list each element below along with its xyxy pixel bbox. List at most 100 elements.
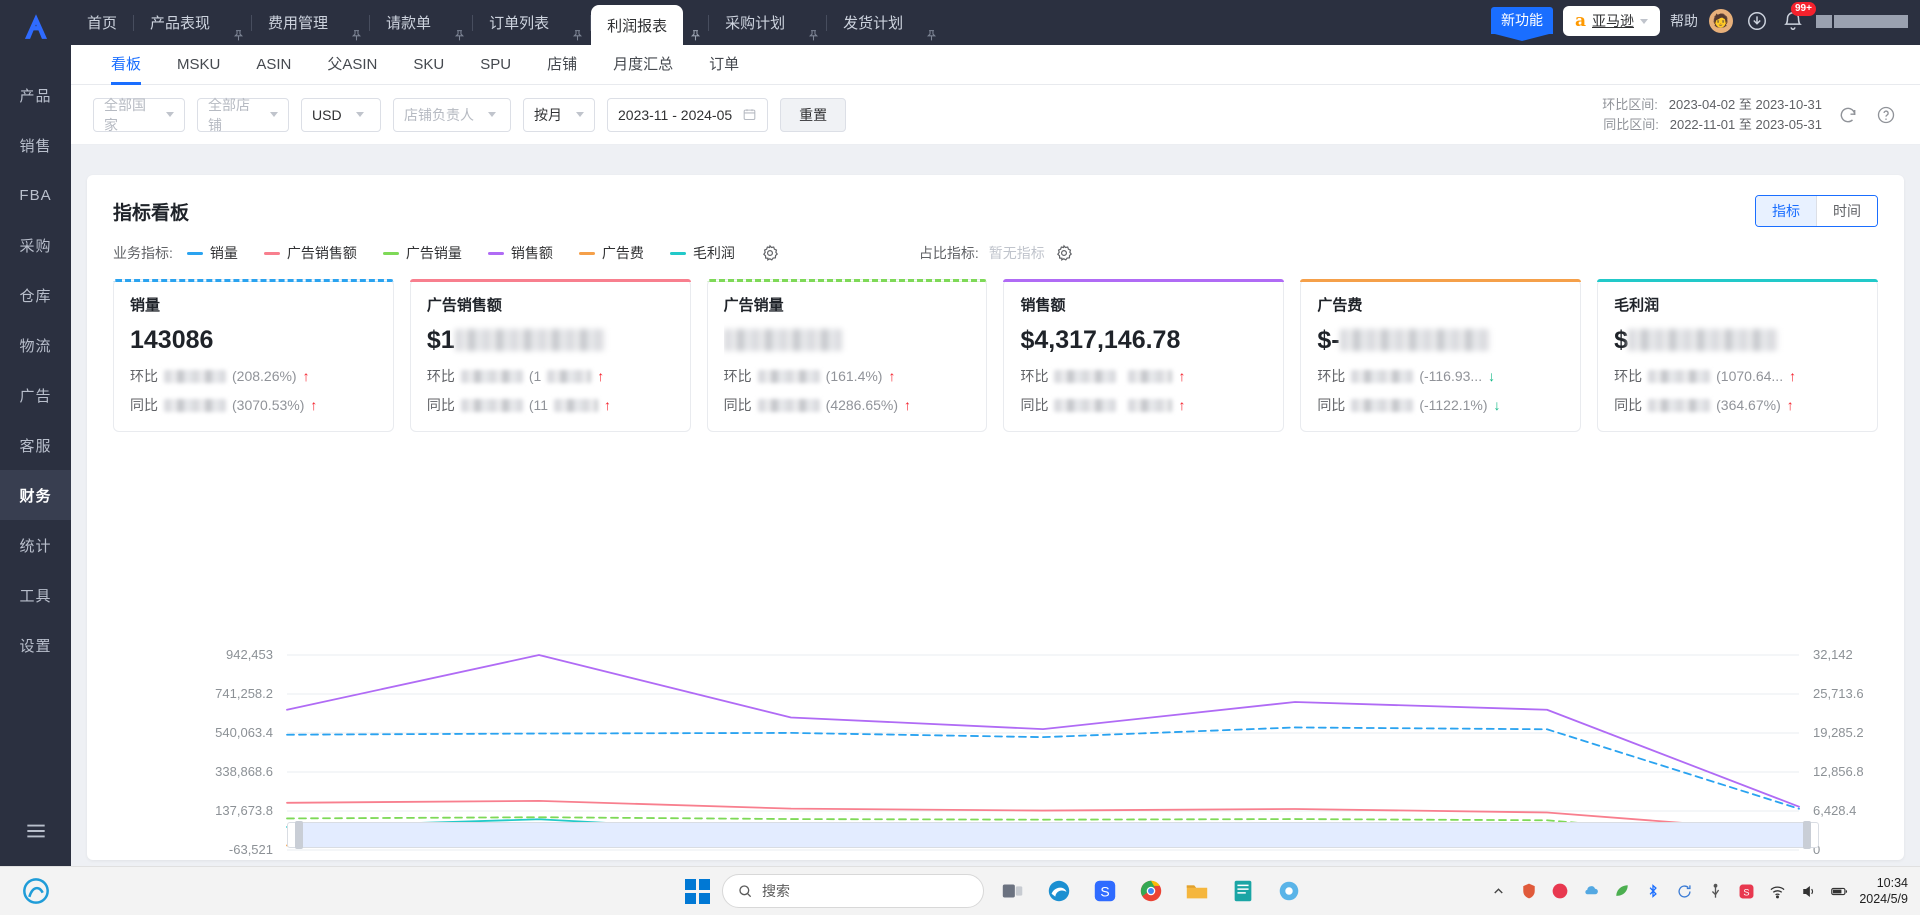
download-button[interactable] <box>1744 8 1770 34</box>
chart-range-slider[interactable] <box>287 821 1819 849</box>
sub-tab-1[interactable]: MSKU <box>159 45 238 85</box>
legend-item-3[interactable]: 销售额 <box>487 243 553 263</box>
currency-filter[interactable]: USD <box>301 97 381 132</box>
rail-item-11[interactable]: 设置 <box>0 620 71 670</box>
browser-icon[interactable] <box>21 876 51 906</box>
metric-card-0[interactable]: 销量 143086 环比 (208.26%) ↑ 同比 (3070.53%) ↑ <box>113 279 394 432</box>
owner-filter[interactable]: 店铺负责人 <box>393 97 511 132</box>
slider-selection[interactable] <box>303 823 1803 847</box>
notification-button[interactable]: 99+ <box>1780 2 1816 34</box>
store-filter[interactable]: 全部店铺 <box>197 97 289 133</box>
top-tab-2[interactable]: 费用管理 <box>252 0 344 45</box>
legend-item-4[interactable]: 广告费 <box>578 243 644 263</box>
pin-icon[interactable] <box>565 29 590 45</box>
top-tab-6[interactable]: 采购计划 <box>709 0 801 45</box>
refresh-button[interactable] <box>1836 103 1860 127</box>
top-tab-3[interactable]: 请款单 <box>370 0 447 45</box>
battery-tray-icon[interactable] <box>1828 880 1850 902</box>
chrome-button[interactable] <box>1134 874 1168 908</box>
rail-item-2[interactable]: FBA <box>0 170 71 220</box>
top-tab-0[interactable]: 首页 <box>71 0 133 45</box>
taskbar-clock[interactable]: 10:34 2024/5/9 <box>1859 875 1908 907</box>
pin-icon[interactable] <box>344 29 369 45</box>
ratio-settings-button[interactable] <box>1055 244 1073 262</box>
pin-icon[interactable] <box>447 29 472 45</box>
sub-tab-6[interactable]: 店铺 <box>529 45 595 85</box>
date-range-picker[interactable]: 2023-11 - 2024-05 <box>607 97 769 132</box>
legend-item-2[interactable]: 广告销量 <box>382 243 462 263</box>
legend-item-0[interactable]: 销量 <box>186 243 238 263</box>
pin-icon[interactable] <box>226 29 251 45</box>
notes-button[interactable] <box>1226 874 1260 908</box>
volume-tray-icon[interactable] <box>1797 880 1819 902</box>
edge-button[interactable] <box>1042 874 1076 908</box>
sub-tab-8[interactable]: 订单 <box>691 45 757 85</box>
reset-button[interactable]: 重置 <box>780 97 847 132</box>
rail-item-9[interactable]: 统计 <box>0 520 71 570</box>
antivirus-tray-icon[interactable] <box>1549 880 1571 902</box>
app-s2-tray-icon[interactable]: S <box>1735 880 1757 902</box>
window-controls[interactable] <box>1816 14 1908 28</box>
help-button[interactable] <box>1874 103 1898 127</box>
metric-card-2[interactable]: 广告销量 环比 (161.4%) ↑ 同比 (4286.65%) ↑ <box>706 279 988 432</box>
security-tray-icon[interactable] <box>1518 880 1540 902</box>
sub-tab-0[interactable]: 看板 <box>93 45 159 85</box>
sync-tray-icon[interactable] <box>1673 880 1695 902</box>
green-app-tray-icon[interactable] <box>1611 880 1633 902</box>
rail-collapse-button[interactable] <box>0 796 71 866</box>
window-maximize-button[interactable] <box>1834 14 1908 28</box>
rail-item-5[interactable]: 物流 <box>0 320 71 370</box>
metric-card-5[interactable]: 毛利润 $ 环比 (1070.64... ↑ 同比 (364.67%) ↑ <box>1597 279 1878 432</box>
top-tab-1[interactable]: 产品表现 <box>134 0 226 45</box>
legend-item-1[interactable]: 广告销售额 <box>263 243 357 263</box>
metric-settings-button[interactable] <box>761 244 779 262</box>
rail-item-1[interactable]: 销售 <box>0 120 71 170</box>
app-s-button[interactable]: S <box>1088 874 1122 908</box>
slider-handle-left[interactable] <box>295 821 303 849</box>
pin-icon[interactable] <box>683 29 708 45</box>
usb-tray-icon[interactable] <box>1704 880 1726 902</box>
top-tab-7[interactable]: 发货计划 <box>827 0 919 45</box>
file-explorer-button[interactable] <box>1180 874 1214 908</box>
sub-tab-7[interactable]: 月度汇总 <box>595 45 691 85</box>
window-minimize-button[interactable] <box>1816 14 1832 28</box>
granularity-filter[interactable]: 按月 <box>523 97 595 132</box>
legend-item-5[interactable]: 毛利润 <box>669 243 735 263</box>
metric-card-1[interactable]: 广告销售额 $1 环比 (1 ↑ 同比 (11 ↑ <box>409 279 691 432</box>
view-toggle-metric[interactable]: 指标 <box>1756 196 1816 226</box>
rail-item-10[interactable]: 工具 <box>0 570 71 620</box>
country-filter[interactable]: 全部国家 <box>93 97 185 133</box>
sub-tab-5[interactable]: SPU <box>462 45 529 85</box>
start-button[interactable] <box>685 878 710 904</box>
cloud-tray-icon[interactable] <box>1580 880 1602 902</box>
wifi-tray-icon[interactable] <box>1766 880 1788 902</box>
top-tab-5[interactable]: 利润报表 <box>591 5 684 45</box>
rail-item-8[interactable]: 财务 <box>0 470 71 520</box>
rail-item-7[interactable]: 客服 <box>0 420 71 470</box>
bluetooth-tray-icon[interactable] <box>1642 880 1664 902</box>
metric-card-3[interactable]: 销售额 $4,317,146.78 环比 ↑ 同比 ↑ <box>1003 279 1285 432</box>
masked-value <box>547 369 592 383</box>
top-tab-4[interactable]: 订单列表 <box>473 0 565 45</box>
view-toggle-time[interactable]: 时间 <box>1816 196 1877 226</box>
drive-button[interactable] <box>1272 874 1306 908</box>
platform-selector[interactable]: a 亚马逊 <box>1562 6 1660 36</box>
slider-handle-right[interactable] <box>1803 821 1811 849</box>
new-feature-badge[interactable]: 新功能 <box>1490 7 1553 34</box>
rail-item-4[interactable]: 仓库 <box>0 270 71 320</box>
rail-item-6[interactable]: 广告 <box>0 370 71 420</box>
task-view-button[interactable] <box>996 874 1030 908</box>
metric-card-4[interactable]: 广告费 $- 环比 (-116.93... ↓ 同比 (-1122.1%) ↓ <box>1300 279 1582 432</box>
sub-tab-4[interactable]: SKU <box>395 45 462 85</box>
pin-icon[interactable] <box>919 29 944 45</box>
user-avatar[interactable]: 🧑 <box>1708 8 1734 34</box>
app-logo[interactable] <box>0 0 71 54</box>
help-link[interactable]: 帮助 <box>1670 11 1698 31</box>
pin-icon[interactable] <box>801 29 826 45</box>
rail-item-0[interactable]: 产品 <box>0 70 71 120</box>
sub-tab-2[interactable]: ASIN <box>238 45 309 85</box>
taskbar-search[interactable]: 搜索 <box>722 874 984 908</box>
rail-item-3[interactable]: 采购 <box>0 220 71 270</box>
sub-tab-3[interactable]: 父ASIN <box>309 45 395 85</box>
tray-expand-button[interactable] <box>1487 880 1509 902</box>
